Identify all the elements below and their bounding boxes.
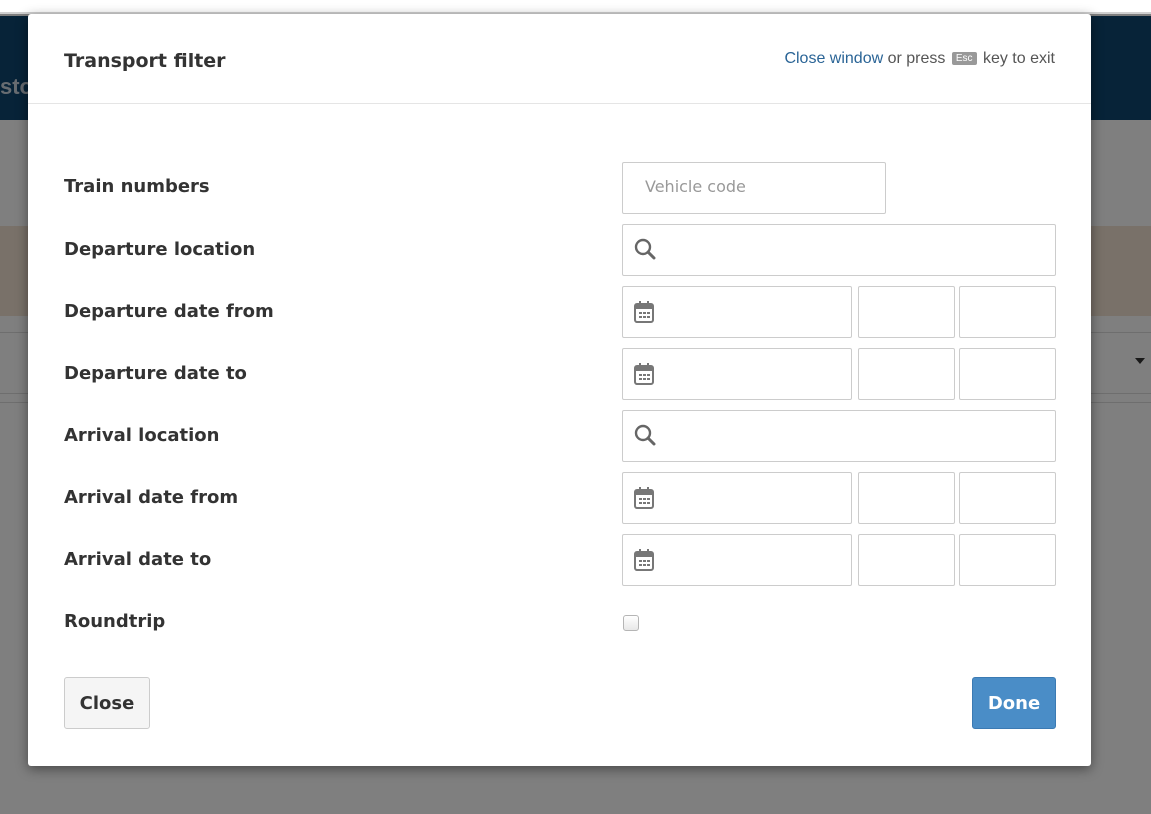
transport-filter-modal: Transport filter Close window or press E… (28, 14, 1091, 766)
vehicle-code-placeholder: Vehicle code (645, 177, 746, 196)
search-icon (633, 423, 657, 451)
calendar-icon (633, 486, 655, 514)
arrival-date-to-date-input[interactable] (622, 534, 852, 586)
departure-date-from-minute-input[interactable] (959, 286, 1056, 338)
roundtrip-checkbox[interactable] (623, 615, 639, 631)
arrival-date-from-minute-input[interactable] (959, 472, 1056, 524)
search-icon (633, 237, 657, 265)
departure-date-to-minute-input[interactable] (959, 348, 1056, 400)
departure-location-label: Departure location (64, 239, 256, 260)
arrival-date-to-minute-input[interactable] (959, 534, 1056, 586)
calendar-icon (633, 362, 655, 390)
departure-date-from-date-input[interactable] (622, 286, 852, 338)
modal-title: Transport filter (64, 50, 226, 72)
departure-location-input[interactable] (622, 224, 1056, 276)
departure-date-from-hour-input[interactable] (858, 286, 955, 338)
arrival-location-label: Arrival location (64, 425, 220, 446)
departure-date-from-label: Departure date from (64, 301, 274, 322)
train-numbers-label: Train numbers (64, 176, 210, 197)
departure-date-to-hour-input[interactable] (858, 348, 955, 400)
arrival-date-from-hour-input[interactable] (858, 472, 955, 524)
arrival-date-from-date-input[interactable] (622, 472, 852, 524)
arrival-date-to-label: Arrival date to (64, 549, 212, 570)
roundtrip-label: Roundtrip (64, 611, 166, 632)
calendar-icon (633, 548, 655, 576)
departure-date-to-date-input[interactable] (622, 348, 852, 400)
hint-suffix-text: key to exit (978, 50, 1055, 67)
close-button[interactable]: Close (64, 677, 150, 729)
calendar-icon (633, 300, 655, 328)
departure-date-to-label: Departure date to (64, 363, 247, 384)
browser-top-strip (0, 0, 1151, 14)
done-button[interactable]: Done (972, 677, 1056, 729)
arrival-date-from-label: Arrival date from (64, 487, 239, 508)
arrival-date-to-hour-input[interactable] (858, 534, 955, 586)
arrival-location-input[interactable] (622, 410, 1056, 462)
vehicle-code-input[interactable]: Vehicle code (622, 162, 886, 214)
close-window-link[interactable]: Close window (784, 50, 883, 67)
close-hint: Close window or press Esc key to exit (784, 50, 1055, 68)
hint-middle-text: or press (883, 50, 950, 67)
modal-header: Transport filter Close window or press E… (28, 14, 1091, 104)
esc-key-badge: Esc (951, 52, 977, 65)
